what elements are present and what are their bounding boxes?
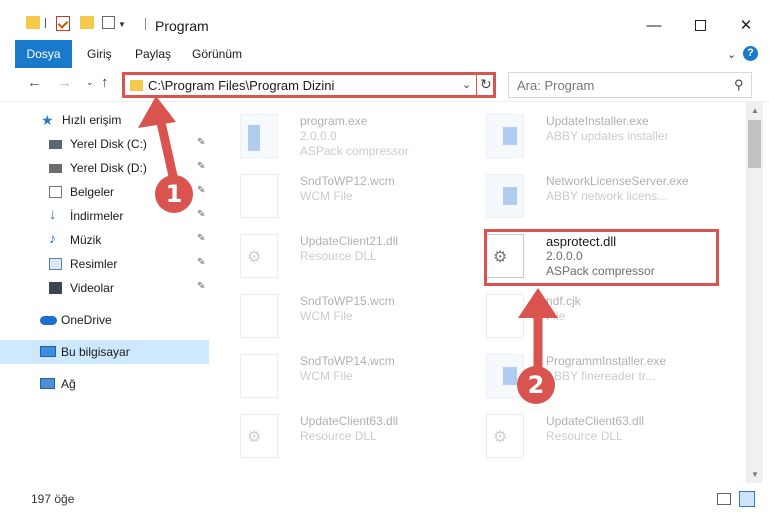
annotation-badge-2: 2 xyxy=(517,366,555,404)
annotation-badge-1: 1 xyxy=(155,175,193,213)
arrow-2-head xyxy=(518,288,558,318)
annotation-arrows xyxy=(138,96,558,375)
arrow-1-head xyxy=(138,96,176,128)
